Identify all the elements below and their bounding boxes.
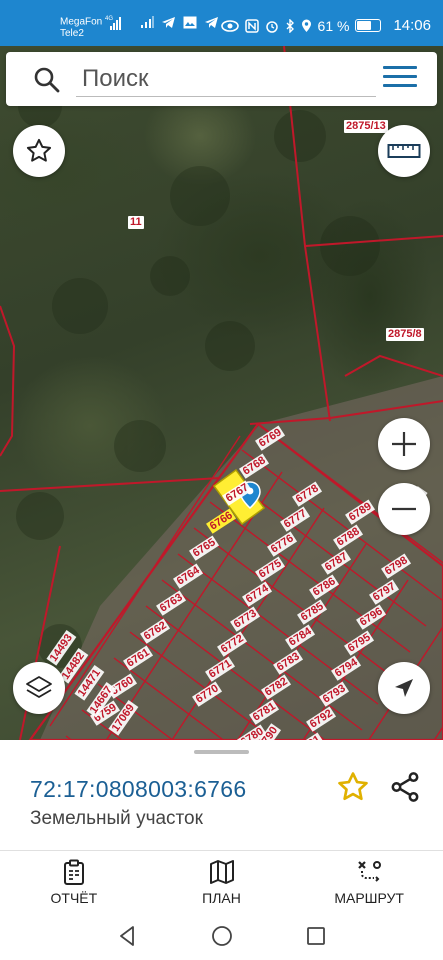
carrier-label-2: Tele2 <box>60 28 84 39</box>
image-icon <box>183 16 197 29</box>
menu-icon[interactable] <box>383 66 417 94</box>
bottom-navigation: ОТЧЁТ ПЛАН МАРШРУТ <box>0 850 443 912</box>
nav-report[interactable]: ОТЧЁТ <box>0 851 148 912</box>
clock: 14:06 <box>393 17 431 34</box>
system-navigation <box>0 912 443 960</box>
ruler-button[interactable] <box>378 125 430 177</box>
object-type: Земельный участок <box>30 808 203 829</box>
carrier-label-1: MegaFon 4G <box>60 16 114 28</box>
nav-route-label: МАРШРУТ <box>334 889 404 906</box>
signal-icon <box>141 16 154 28</box>
route-icon <box>358 860 382 882</box>
object-info-sheet[interactable]: 72:17:0808003:6766 Земельный участок <box>0 740 443 850</box>
recent-apps-icon[interactable] <box>304 924 328 948</box>
nav-report-label: ОТЧЁТ <box>50 889 98 906</box>
zoom-out-button[interactable] <box>378 483 430 535</box>
battery-percent: 61 % <box>317 17 350 34</box>
layers-button[interactable] <box>13 662 65 714</box>
ruler-icon <box>387 144 421 158</box>
cadastral-map[interactable]: 11 2875/13 2875/8 6769 6768 6767 6766 6765 67… <box>0 46 443 740</box>
report-icon <box>63 859 84 885</box>
alarm-icon <box>265 20 278 33</box>
favorites-button[interactable] <box>13 125 65 177</box>
bluetooth-icon <box>286 18 294 33</box>
favorite-star-icon[interactable] <box>336 770 370 804</box>
block-label: 11 <box>128 216 144 229</box>
search-bar <box>6 52 437 106</box>
zoom-in-button[interactable] <box>378 418 430 470</box>
plus-icon <box>392 432 416 456</box>
navigation-arrow-icon <box>395 679 413 697</box>
block-label: 2875/13 <box>344 120 388 133</box>
location-icon <box>301 19 311 32</box>
nav-route[interactable]: МАРШРУТ <box>295 851 443 912</box>
search-icon[interactable] <box>32 65 62 95</box>
my-location-button[interactable] <box>378 662 430 714</box>
signal-icon <box>110 17 121 30</box>
status-bar: MegaFon 4G Tele2 61 % 14:06 <box>0 0 443 46</box>
notification-icons <box>140 16 219 29</box>
battery-icon <box>355 19 382 32</box>
telegram-icon <box>205 17 218 28</box>
star-outline-icon <box>26 138 52 162</box>
back-icon[interactable] <box>116 924 140 948</box>
app-screen: MegaFon 4G Tele2 61 % 14:06 11 2875/13 2… <box>0 0 443 960</box>
nfc-icon <box>244 18 259 33</box>
sheet-drag-handle[interactable] <box>194 750 249 754</box>
share-icon[interactable] <box>388 770 422 804</box>
layers-icon <box>26 676 52 698</box>
nav-plan[interactable]: ПЛАН <box>148 851 296 912</box>
block-label: 2875/8 <box>386 328 424 341</box>
cadastral-number: 72:17:0808003:6766 <box>30 776 247 802</box>
eye-icon <box>220 19 239 32</box>
home-icon[interactable] <box>210 924 234 948</box>
map-plan-icon <box>209 859 234 884</box>
status-right: 61 % 14:06 <box>220 17 431 34</box>
telegram-icon <box>162 17 175 28</box>
minus-icon <box>392 507 416 511</box>
nav-plan-label: ПЛАН <box>202 889 241 906</box>
search-input[interactable] <box>76 61 376 97</box>
